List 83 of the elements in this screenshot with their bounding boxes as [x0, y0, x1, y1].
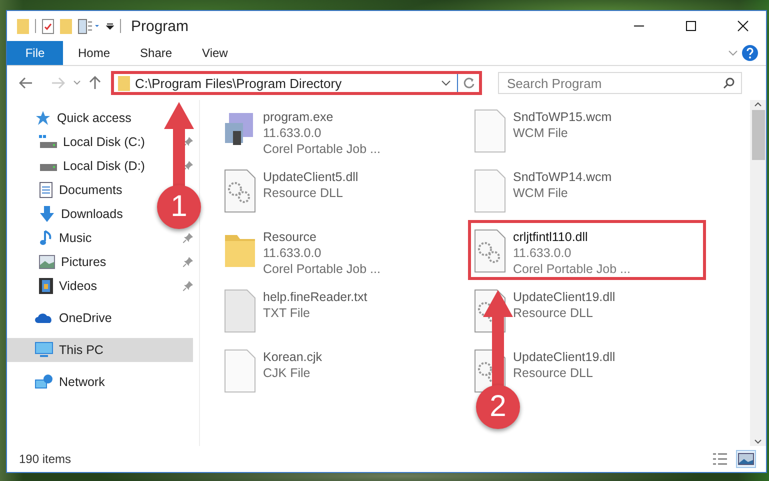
film-icon [39, 278, 53, 294]
item-count: 190 items [19, 452, 72, 466]
nav-item[interactable]: Quick access [7, 106, 138, 130]
search-icon [723, 77, 735, 89]
document-icon [39, 182, 53, 198]
cloud-icon [35, 312, 53, 324]
up-icon[interactable] [87, 76, 103, 90]
scroll-up-icon[interactable] [753, 100, 763, 108]
layout-icon[interactable] [78, 18, 100, 34]
file-detail: CJK File [263, 365, 310, 381]
nav-item[interactable]: OneDrive [7, 306, 118, 330]
step-number: 1 [157, 185, 201, 229]
pin-icon[interactable] [183, 161, 193, 171]
ribbon-tab[interactable]: File [7, 41, 63, 65]
address-field[interactable]: C:\Program Files\Program Directory [111, 71, 482, 95]
gear-file-icon [473, 229, 507, 273]
gear-file-icon [223, 169, 257, 213]
file-name[interactable]: Resource [263, 229, 316, 245]
nav-item[interactable]: Local Disk (C:) [7, 130, 151, 154]
picture-icon [39, 255, 55, 269]
file-name[interactable]: program.exe [263, 109, 334, 125]
recent-locations-icon[interactable] [71, 80, 83, 86]
nav-item[interactable]: Pictures [7, 250, 112, 274]
file-name[interactable]: crljtfintl110.dll [513, 229, 588, 245]
file-name[interactable]: help.fineReader.txt [263, 289, 368, 305]
file-name[interactable]: UpdateClient19.dll [513, 349, 616, 365]
pin-icon[interactable] [183, 137, 193, 147]
refresh-icon [462, 77, 474, 89]
file-detail: 11.633.0.0 [513, 245, 572, 261]
file-detail: TXT File [263, 305, 310, 321]
file-detail: Corel Portable Job ... [263, 261, 380, 277]
file-name[interactable]: SndToWP15.wcm [513, 109, 612, 125]
ribbon-tab[interactable]: View [187, 41, 243, 65]
file-icon [473, 169, 507, 213]
file-detail: Corel Portable Job ... [263, 141, 380, 157]
large-icons-view-icon[interactable] [736, 450, 756, 468]
nav-item[interactable]: Network [7, 370, 111, 394]
star-icon [35, 110, 51, 126]
nav-item[interactable]: Videos [7, 274, 103, 298]
file-name[interactable]: UpdateClient5.dll [263, 169, 358, 185]
download-icon [39, 206, 55, 222]
dropdown-icon[interactable] [441, 80, 451, 86]
file-icon [223, 349, 257, 393]
file-detail: 11.633.0.0 [263, 125, 322, 141]
properties-icon[interactable] [42, 18, 54, 34]
music-note-icon [39, 230, 53, 246]
file-detail: Resource DLL [513, 305, 593, 321]
customize-caret-icon[interactable] [106, 22, 114, 30]
file-name[interactable]: UpdateClient19.dll [513, 289, 616, 305]
nav-item[interactable]: Local Disk (D:) [7, 154, 151, 178]
scrollbar-thumb[interactable] [752, 110, 764, 160]
nav-item[interactable]: Downloads [7, 202, 129, 226]
search-box[interactable]: Search Program [498, 72, 742, 94]
window-title: Program [131, 18, 190, 34]
file-name[interactable]: SndToWP14.wcm [513, 169, 612, 185]
maximize-icon [685, 20, 697, 32]
nav-item[interactable]: This PC [7, 338, 193, 362]
pin-icon[interactable] [183, 281, 193, 291]
file-detail: 11.633.0.0 [263, 245, 322, 261]
pin-icon[interactable] [183, 257, 193, 267]
back-icon[interactable] [17, 77, 35, 89]
computer-icon [35, 342, 53, 358]
file-detail: WCM File [513, 125, 568, 141]
file-detail: Resource DLL [263, 185, 343, 201]
scrollbar[interactable] [750, 100, 766, 446]
pin-icon[interactable] [183, 233, 193, 243]
network-icon [35, 374, 53, 390]
folder-icon [17, 18, 29, 34]
file-detail: Corel Portable Job ... [513, 261, 630, 277]
drive-icon [39, 135, 57, 149]
file-detail: Resource DLL [513, 365, 593, 381]
nav-item[interactable]: Music [7, 226, 98, 250]
folder-icon [118, 76, 130, 90]
file-detail: WCM File [513, 185, 568, 201]
scroll-down-icon[interactable] [753, 438, 763, 446]
file-icon [473, 109, 507, 153]
ribbon-tab[interactable]: Home [63, 41, 126, 65]
nav-item[interactable]: Documents [7, 178, 128, 202]
step-number: 2 [476, 385, 520, 429]
ribbon-tab[interactable]: Share [125, 41, 188, 65]
file-icon [223, 289, 257, 333]
close-icon [737, 20, 749, 32]
file-name[interactable]: Korean.cjk [263, 349, 322, 365]
